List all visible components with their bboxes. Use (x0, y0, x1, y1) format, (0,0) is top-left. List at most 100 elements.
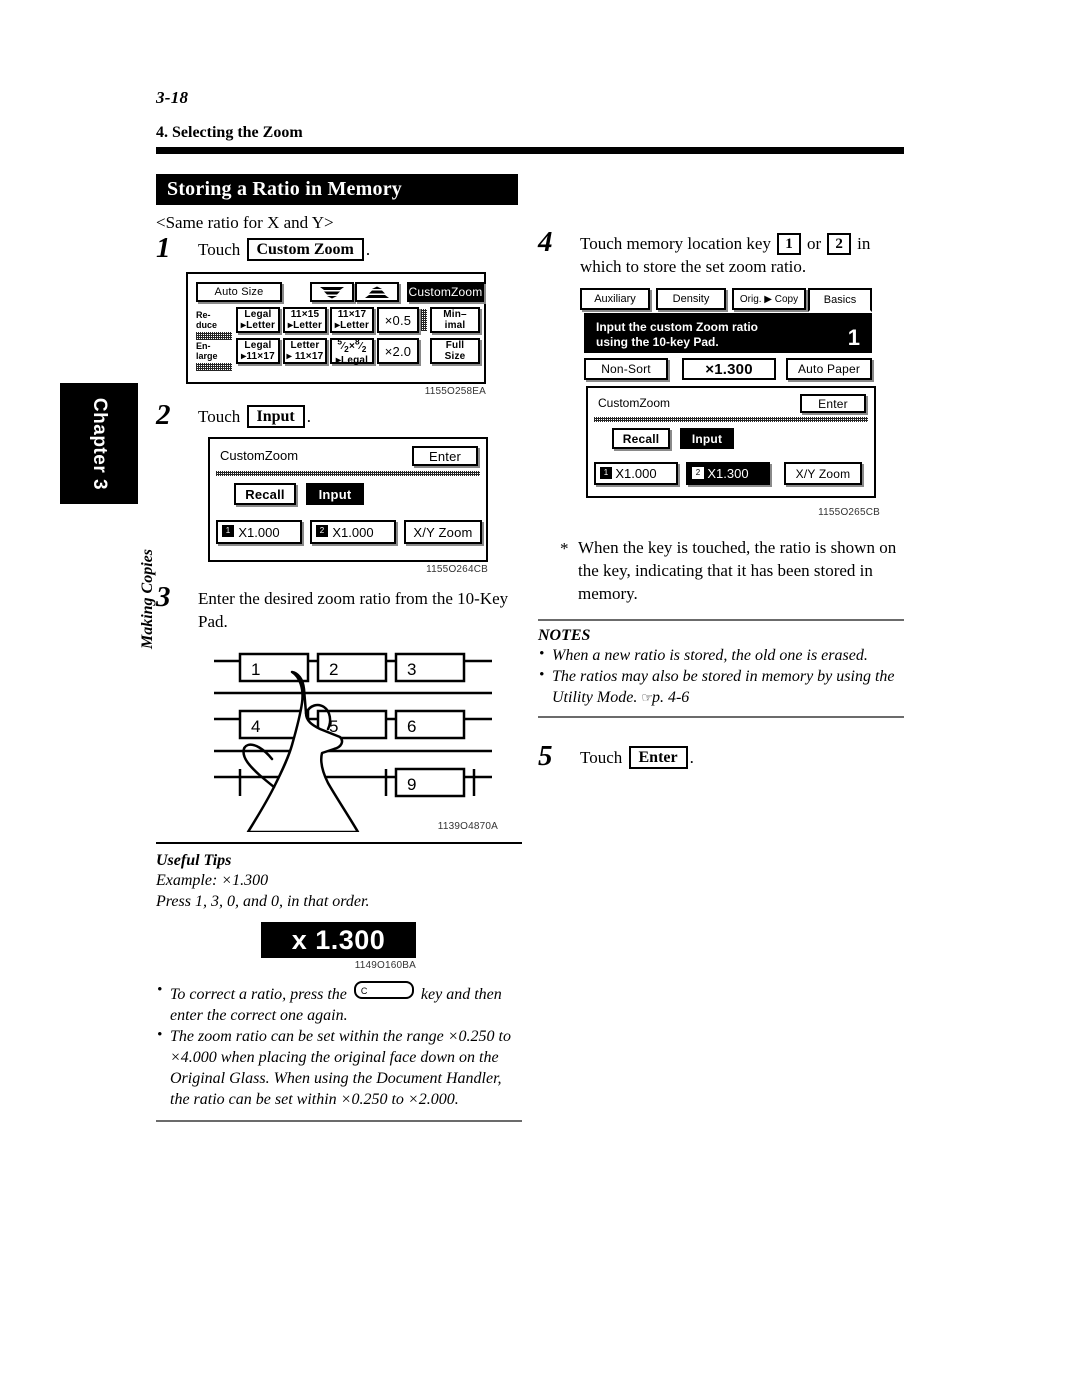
full-size-key[interactable]: Full Size (430, 338, 480, 364)
useful-tips-bullets: To correct a ratio, press the key and th… (156, 980, 522, 1110)
right-column: 4 Touch memory location key 1 or 2 in wh… (538, 226, 904, 772)
step-3-number: 3 (156, 581, 171, 613)
memory-key-1-value: X1.000 (238, 524, 280, 540)
section-title: Storing a Ratio in Memory (167, 178, 402, 200)
recall-key-2[interactable]: Recall (612, 428, 670, 449)
step-2-number: 2 (156, 399, 171, 431)
memory-key-1[interactable]: 1 X1.000 (216, 520, 302, 544)
step-3-text: Enter the desired zoom ratio from the 10… (198, 589, 509, 631)
useful-tips: Useful Tips Example: ×1.300 Press 1, 3, … (156, 852, 522, 1110)
useful-tips-heading: Useful Tips (156, 852, 232, 869)
lcd-panel-zoom: Auto Size CustomZoom Re- duce Legal ▸Let… (186, 272, 486, 384)
enlarge-key-3[interactable]: 5⁄2×8⁄2 ▸Legal (330, 336, 374, 366)
svg-text:2: 2 (329, 660, 338, 679)
section-title-banner: Storing a Ratio in Memory (156, 174, 518, 205)
useful-tips-line1: Example: ×1.300 (156, 872, 269, 889)
useful-tips-line2: Press 1, 3, 0, and 0, in that order. (156, 893, 370, 910)
chapter-tab: Chapter 3 (60, 383, 138, 504)
enter-key-lcd[interactable]: Enter (412, 446, 478, 466)
step-5: 5 Touch Enter. (538, 740, 904, 772)
memory-key-1-fig4[interactable]: 1 X1.000 (594, 462, 678, 485)
running-head: 4. Selecting the Zoom (156, 124, 303, 141)
subhead: <Same ratio for X and Y> (156, 213, 334, 232)
tab-auxiliary[interactable]: Auxiliary (580, 288, 650, 310)
memory-key-2-fig4[interactable]: 2 X1.300 (686, 462, 770, 485)
figure-basics-screen: Auxiliary Density Orig. ▶ Copy Basics In… (580, 288, 880, 518)
reduce-key-3[interactable]: 11×17 ▸Letter (330, 307, 374, 333)
tab-orig-copy[interactable]: Orig. ▶ Copy (732, 288, 806, 310)
keypad-illustration: 1 2 3 4 5 6 9 (214, 652, 492, 834)
enlarge-key-2[interactable]: Letter ▸ 11×17 (283, 338, 327, 364)
custom-zoom-key[interactable]: Custom Zoom (246, 238, 364, 261)
figure-5-id: 1149O160BA (354, 960, 416, 971)
enter-key[interactable]: Enter (628, 746, 688, 769)
reduce-divider-hatch (421, 309, 427, 331)
step-4: 4 Touch memory location key 1 or 2 in wh… (538, 226, 904, 278)
figure-4-id: 1155O265CB (818, 507, 880, 518)
customzoom-title-2: CustomZoom (598, 396, 671, 410)
enlarge-label: En-large (196, 341, 218, 361)
reduce-hatch (196, 332, 232, 340)
xy-zoom-key-2[interactable]: X/Y Zoom (784, 462, 862, 485)
svg-text:9: 9 (407, 775, 416, 794)
memory-key-2-badge-fig4: 2 (692, 467, 704, 479)
reduce-label: Re-duce (196, 310, 218, 330)
memory-location-key-1[interactable]: 1 (777, 233, 801, 255)
left-column: <Same ratio for X and Y> 1 Touch Custom … (156, 212, 522, 1122)
step-4-text: Touch memory location key 1 or 2 in whic… (580, 233, 871, 276)
input-key[interactable]: Input (246, 405, 305, 428)
memory-location-key-2[interactable]: 2 (827, 233, 851, 255)
custom-zoom-key-lcd[interactable]: CustomZoom (407, 282, 484, 302)
memory-key-2-value: X1.000 (332, 524, 374, 540)
figure-2-id: 1155O264CB (426, 564, 488, 575)
note-1: When a new ratio is stored, the old one … (538, 644, 904, 666)
auto-size-key[interactable]: Auto Size (196, 282, 282, 302)
notes-heading: NOTES (538, 627, 591, 644)
input-key-lcd-2[interactable]: Input (680, 428, 734, 449)
step-1: 1 Touch Custom Zoom. (156, 232, 522, 264)
svg-text:6: 6 (407, 717, 416, 736)
recall-key[interactable]: Recall (234, 483, 296, 505)
reduce-key-1[interactable]: Legal ▸Letter (236, 307, 280, 333)
reduce-ratio-key[interactable]: ×0.5 (377, 307, 419, 333)
useful-tips-top-rule (156, 842, 522, 844)
figure-1-id: 1155O258EA (424, 386, 486, 397)
step-2-text: Touch Input. (198, 405, 311, 428)
manual-page: 3-18 4. Selecting the Zoom Chapter 3 Mak… (0, 0, 1080, 1397)
step-1-number: 1 (156, 232, 171, 264)
message-bar: Input the custom Zoom ratio using the 10… (584, 313, 872, 353)
zoom-out-icon[interactable] (310, 282, 354, 302)
step-1-text: Touch Custom Zoom. (198, 238, 371, 261)
memory-key-2[interactable]: 2 X1.000 (310, 520, 396, 544)
non-sort-key[interactable]: Non-Sort (584, 358, 668, 380)
xy-zoom-key[interactable]: X/Y Zoom (404, 520, 482, 544)
tab-density[interactable]: Density (656, 288, 726, 310)
lcd-panel-basics: Auxiliary Density Orig. ▶ Copy Basics In… (580, 288, 880, 503)
minimal-key[interactable]: Min– imal (430, 307, 480, 333)
step-5-number: 5 (538, 740, 553, 772)
figure-keypad: 1 2 3 4 5 6 9 1139O4870A (208, 647, 498, 834)
reduce-key-2[interactable]: 11×15 ▸Letter (283, 307, 327, 333)
chapter-tab-label: Chapter 3 (89, 397, 110, 490)
enlarge-ratio-key[interactable]: ×2.0 (377, 338, 419, 364)
tip-bullet-2: The zoom ratio can be set within the ran… (156, 1025, 522, 1110)
enlarge-key-1[interactable]: Legal ▸11×17 (236, 338, 280, 364)
step-4-number: 4 (538, 226, 553, 258)
page-number: 3-18 (156, 88, 189, 107)
note-2: The ratios may also be stored in memory … (538, 665, 904, 708)
memory-key-1-value-fig4: X1.000 (615, 466, 657, 481)
title-divider-hatch-2 (594, 417, 868, 422)
step-3: 3 Enter the desired zoom ratio from the … (156, 581, 522, 633)
svg-text:1: 1 (251, 660, 260, 679)
star-note: When the key is touched, the ratio is sh… (560, 536, 904, 605)
auto-paper-key[interactable]: Auto Paper (786, 358, 872, 380)
enter-key-lcd-2[interactable]: Enter (800, 394, 866, 413)
customzoom-title: CustomZoom (220, 448, 299, 463)
ratio-display: x 1.300 (261, 922, 416, 958)
input-key-lcd[interactable]: Input (306, 483, 364, 505)
zoom-in-icon[interactable] (355, 282, 399, 302)
clear-key-icon[interactable] (353, 981, 414, 1002)
tab-basics[interactable]: Basics (808, 288, 872, 312)
lcd-panel-customzoom-2: CustomZoom Enter Recall Input 1 X1.000 2… (586, 386, 876, 498)
svg-text:4: 4 (251, 717, 260, 736)
